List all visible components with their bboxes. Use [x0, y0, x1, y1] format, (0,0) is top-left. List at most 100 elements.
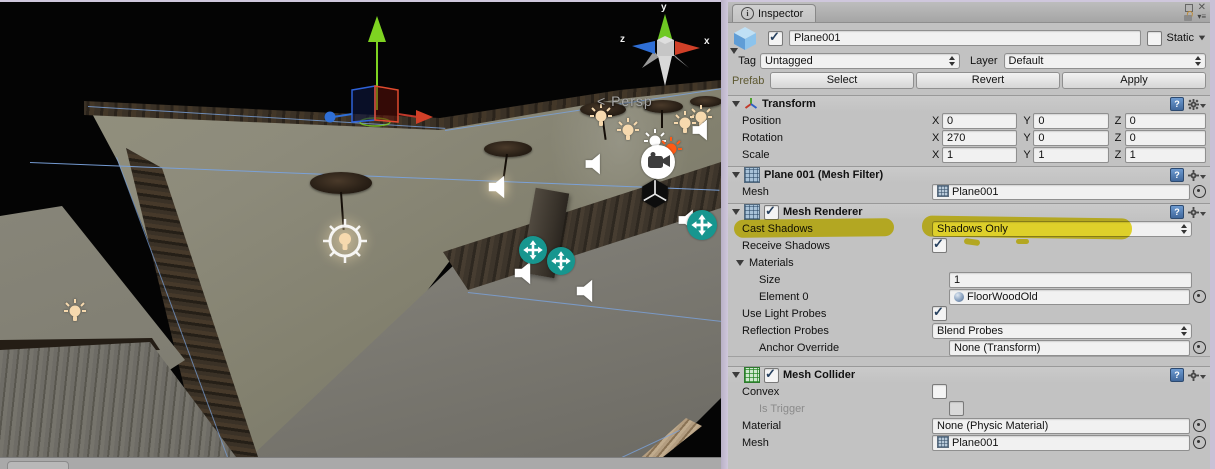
prefab-apply-button[interactable]: Apply: [1062, 72, 1206, 89]
prefab-revert-button[interactable]: Revert: [916, 72, 1060, 89]
teal-move-gizmo-icon[interactable]: [519, 236, 547, 264]
object-picker-icon[interactable]: [1193, 436, 1206, 449]
foldout-icon[interactable]: [732, 172, 740, 178]
gear-menu-icon[interactable]: [1188, 169, 1206, 181]
rotation-x-input[interactable]: 270: [942, 129, 1018, 146]
gear-menu-icon[interactable]: [1188, 98, 1206, 110]
teal-move-gizmo-icon[interactable]: [547, 247, 575, 275]
is-trigger-checkbox[interactable]: [949, 401, 964, 416]
convex-checkbox[interactable]: [932, 384, 947, 399]
static-checkbox[interactable]: [1147, 30, 1163, 46]
audio-source-gizmo-icon[interactable]: [583, 152, 609, 176]
element0-object-field[interactable]: FloorWoodOld: [949, 288, 1190, 305]
gear-menu-icon[interactable]: [1188, 206, 1206, 218]
mesh-renderer-enabled-checkbox[interactable]: [764, 203, 779, 220]
ceiling-lamp-disc: [484, 141, 532, 157]
object-picker-icon[interactable]: [1193, 185, 1206, 198]
inspector-tab-bar: i Inspector ✕ ▾≡: [728, 2, 1210, 23]
object-picker-icon[interactable]: [1193, 341, 1206, 354]
transform-header[interactable]: Transform ?: [728, 95, 1210, 112]
mesh-icon: [937, 184, 949, 197]
light-gizmo-icon[interactable]: [63, 298, 87, 324]
rotation-z-input[interactable]: 0: [1124, 129, 1206, 146]
object-picker-icon[interactable]: [1193, 419, 1206, 432]
prefab-label: Prefab: [732, 74, 765, 87]
mesh-icon: [937, 435, 949, 448]
receive-shadows-row: Receive Shadows: [728, 236, 1210, 254]
light-gizmo-icon[interactable]: [616, 117, 640, 143]
static-dropdown-icon[interactable]: [1198, 35, 1206, 41]
materials-size-row: Size 1: [728, 271, 1210, 288]
tab-inspector[interactable]: i Inspector: [732, 4, 817, 22]
static-label: Static: [1166, 32, 1194, 44]
tag-dropdown[interactable]: Untagged: [760, 52, 960, 69]
materials-size-input[interactable]: 1: [949, 271, 1192, 288]
materials-element0-row: Element 0 FloorWoodOld: [728, 288, 1210, 305]
panel-menu-icon[interactable]: ▾≡: [1197, 12, 1206, 21]
audio-source-gizmo-icon[interactable]: [512, 260, 540, 286]
move-tool-gizmo[interactable]: [320, 10, 440, 130]
mesh-collider-header[interactable]: Mesh Collider ?: [728, 366, 1210, 383]
position-y-input[interactable]: 0: [1033, 112, 1109, 129]
gameobject-header: Plane001 Static Tag Untagged Layer Defau…: [728, 23, 1210, 91]
mesh-filter-header[interactable]: Plane 001 (Mesh Filter) ?: [728, 166, 1210, 183]
physic-material-object-field[interactable]: None (Physic Material): [932, 417, 1190, 434]
foldout-icon[interactable]: [732, 209, 740, 215]
scene-viewport[interactable]: < Persp y z x: [0, 2, 721, 469]
help-icon[interactable]: ?: [1170, 168, 1184, 182]
audio-source-gizmo-icon[interactable]: [486, 174, 514, 200]
window-frame-right: [1210, 0, 1215, 469]
foldout-icon[interactable]: [732, 372, 740, 378]
gear-menu-icon[interactable]: [1188, 369, 1206, 381]
teal-move-gizmo-icon[interactable]: [687, 210, 717, 240]
cast-shadows-dropdown[interactable]: Shadows Only: [932, 220, 1192, 237]
panel-splitter[interactable]: [721, 0, 728, 469]
mesh-renderer-icon: [744, 204, 760, 220]
position-x-input[interactable]: 0: [942, 112, 1018, 129]
use-light-probes-checkbox[interactable]: [932, 304, 947, 321]
mesh-object-field[interactable]: Plane001: [932, 183, 1190, 200]
object-picker-icon[interactable]: [1193, 290, 1206, 303]
lock-icon[interactable]: [1184, 14, 1193, 21]
materials-foldout-icon[interactable]: [736, 259, 744, 266]
active-checkbox[interactable]: [768, 29, 783, 46]
layer-dropdown[interactable]: Default: [1003, 52, 1206, 69]
transform-position-row: Position X0 Y0 Z0: [728, 112, 1210, 129]
prefab-select-button[interactable]: Select: [770, 72, 914, 89]
foldout-icon[interactable]: [732, 101, 740, 107]
persp-toggle-label[interactable]: < Persp: [597, 93, 653, 109]
rotation-y-input[interactable]: 0: [1033, 129, 1109, 146]
light-gizmo-halo-icon[interactable]: [322, 218, 368, 264]
audio-source-gizmo-icon[interactable]: [690, 118, 716, 142]
reflection-probes-dropdown[interactable]: Blend Probes: [932, 322, 1192, 339]
gameobject-foldout-icon[interactable]: [730, 48, 738, 54]
scale-y-input[interactable]: 1: [1033, 146, 1109, 163]
receive-shadows-checkbox[interactable]: [932, 236, 947, 253]
help-icon[interactable]: ?: [1170, 205, 1184, 219]
mesh-filter-title: Plane 001 (Mesh Filter): [764, 169, 884, 181]
close-icon[interactable]: ✕: [1198, 3, 1206, 13]
collider-mesh-object-field[interactable]: Plane001: [932, 434, 1190, 451]
physic-material-row: Material None (Physic Material): [728, 417, 1210, 434]
camera-gizmo-icon[interactable]: [639, 143, 677, 181]
scale-x-input[interactable]: 1: [942, 146, 1018, 163]
mesh-renderer-header[interactable]: Mesh Renderer ?: [728, 203, 1210, 220]
audio-source-gizmo-icon[interactable]: [574, 278, 602, 304]
help-icon[interactable]: ?: [1170, 97, 1184, 111]
lower-panel-tab-stub[interactable]: [7, 461, 69, 469]
help-icon[interactable]: ?: [1170, 368, 1184, 382]
anchor-override-object-field[interactable]: None (Transform): [949, 339, 1190, 356]
transform-icon: [744, 98, 758, 109]
section-gap: [728, 356, 1210, 366]
is-trigger-row: Is Trigger: [728, 400, 1210, 417]
scale-z-input[interactable]: 1: [1124, 146, 1206, 163]
transform-scale-row: Scale X1 Y1 Z1: [728, 146, 1210, 163]
mesh-collider-enabled-checkbox[interactable]: [764, 366, 779, 383]
dropdown-arrows-icon: [948, 55, 955, 66]
name-input[interactable]: Plane001: [789, 30, 1142, 46]
scene-axis-gizmo[interactable]: y z x: [618, 2, 714, 94]
position-z-input[interactable]: 0: [1124, 112, 1206, 129]
transform-rotation-row: Rotation X 270 Y0 Z0: [728, 129, 1210, 146]
convex-row: Convex: [728, 383, 1210, 400]
unity-logo-gizmo-icon[interactable]: [639, 177, 671, 209]
